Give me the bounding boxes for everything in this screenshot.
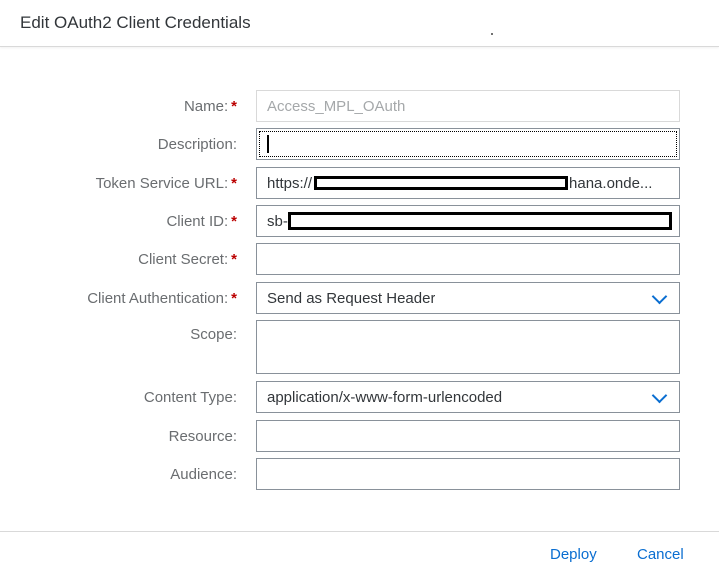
required-marker: * xyxy=(231,212,237,230)
token-url-label: Token Service URL: * xyxy=(95,174,237,192)
client-id-row: Client ID: * sb- xyxy=(0,205,719,237)
client-auth-row: Client Authentication: * Send as Request … xyxy=(0,282,719,314)
edit-oauth2-dialog: Edit OAuth2 Client Credentials Name: * Ac… xyxy=(0,0,719,574)
name-row: Name: * Access_MPL_OAuth xyxy=(0,90,719,122)
content-type-label: Content Type: xyxy=(143,388,237,406)
scope-textarea[interactable] xyxy=(256,320,680,374)
cancel-button[interactable]: Cancel xyxy=(637,546,684,563)
dialog-footer: Deploy Cancel xyxy=(0,531,719,575)
token-url-input[interactable]: https:// hana.onde... xyxy=(256,167,680,199)
scope-row: Scope: xyxy=(0,320,719,374)
redaction-box xyxy=(287,212,672,230)
audience-row: Audience: xyxy=(0,458,719,490)
name-input[interactable]: Access_MPL_OAuth xyxy=(256,90,680,122)
required-marker: * xyxy=(231,97,237,115)
client-secret-row: Client Secret: * xyxy=(0,243,719,275)
dialog-title: Edit OAuth2 Client Credentials xyxy=(20,13,251,32)
scope-label: Scope: xyxy=(190,326,237,343)
client-id-input[interactable]: sb- xyxy=(256,205,680,237)
redaction-box xyxy=(314,176,569,190)
text-caret xyxy=(267,135,269,153)
audience-label: Audience: xyxy=(170,465,237,483)
required-marker: * xyxy=(231,250,237,268)
client-id-label: Client ID: * xyxy=(166,212,237,230)
required-marker: * xyxy=(231,174,237,192)
content-type-row: Content Type: application/x-www-form-url… xyxy=(0,381,719,413)
content-type-select[interactable]: application/x-www-form-urlencoded xyxy=(256,381,680,413)
stray-dot xyxy=(491,33,493,35)
resource-label: Resource: xyxy=(168,427,237,445)
dialog-header: Edit OAuth2 Client Credentials xyxy=(0,0,719,47)
description-row: Description: xyxy=(0,128,719,160)
resource-input[interactable] xyxy=(256,420,680,452)
description-label: Description: xyxy=(157,135,237,153)
client-secret-input[interactable] xyxy=(256,243,680,275)
deploy-button[interactable]: Deploy xyxy=(550,546,597,563)
description-input[interactable] xyxy=(256,128,680,160)
chevron-down-icon[interactable] xyxy=(651,387,668,404)
name-label: Name: * xyxy=(183,97,237,115)
resource-row: Resource: xyxy=(0,420,719,452)
required-marker: * xyxy=(231,289,237,307)
client-auth-select[interactable]: Send as Request Header xyxy=(256,282,680,314)
audience-input[interactable] xyxy=(256,458,680,490)
chevron-down-icon[interactable] xyxy=(651,288,668,305)
client-secret-label: Client Secret: * xyxy=(138,250,237,268)
token-url-row: Token Service URL: * https:// hana.onde..… xyxy=(0,167,719,199)
client-auth-label: Client Authentication: * xyxy=(87,289,237,307)
